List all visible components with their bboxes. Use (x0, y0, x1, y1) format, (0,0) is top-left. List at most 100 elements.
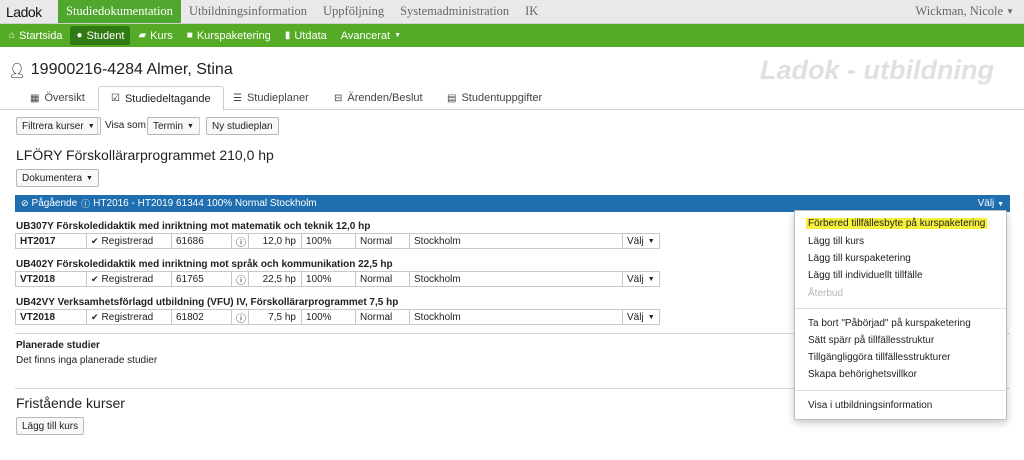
view-as-label: Visa som (105, 120, 146, 131)
menu-utdata[interactable]: ▮ Utdata (279, 26, 333, 45)
chevron-down-icon: ▼ (87, 122, 95, 130)
menu-startsida[interactable]: ⌂ Startsida (3, 26, 68, 45)
tab-label: Översikt (44, 92, 85, 104)
course-row: HT2017 ✔ Registrerad 61686 ⓘ 12,0 hp 100%… (15, 233, 660, 249)
topnav-systemadministration[interactable]: Systemadministration (392, 0, 517, 23)
course-type: Normal (356, 234, 410, 248)
tab-arenden-beslut[interactable]: ⊟ Ärenden/Beslut (334, 86, 423, 110)
menu-item-aterbud: Återbud (808, 288, 844, 299)
tab-label: Studiedeltagande (124, 92, 211, 105)
ladok-logo[interactable]: Ladok (0, 0, 58, 23)
info-icon: ⓘ (81, 199, 91, 209)
menu-item-forbered-tillfallesbyte[interactable]: Förbered tillfällesbyte på kurspaketerin… (806, 218, 988, 229)
course-valj-dropdown[interactable]: Välj ▼ (623, 234, 659, 248)
topnav-studiedokumentation[interactable]: Studiedokumentation (58, 0, 181, 23)
add-course-button[interactable]: Lägg till kurs (16, 417, 85, 435)
menu-item-skapa-behorighetsvillkor[interactable]: Skapa behörighetsvillkor (808, 369, 917, 380)
course-title: UB402Y Förskoledidaktik med inriktning m… (16, 259, 393, 270)
menu-label: Startsida (19, 29, 63, 42)
menu-label: Kurs (150, 29, 173, 42)
topnav-uppfoljning[interactable]: Uppföljning (315, 0, 392, 23)
status-label: Registrerad (101, 235, 154, 247)
toolbar-divider (97, 117, 98, 135)
student-heading: 👤︎ 19900216-4284 Almer, Stina (8, 61, 233, 79)
menu-item-ta-bort-paborjad[interactable]: Ta bort "Påbörjad" på kurspaketering (808, 318, 971, 329)
tab-oversikt[interactable]: ▦ Översikt (30, 86, 85, 110)
menu-item-lagg-till-kurspaketering[interactable]: Lägg till kurspaketering (808, 253, 911, 264)
tab-label: Ärenden/Beslut (347, 92, 423, 104)
list-icon: ☰ (233, 92, 242, 104)
main-menu: ⌂ Startsida ● Student ▰ Kurs ■ Kurspaketerin… (0, 24, 1024, 47)
menu-avancerat[interactable]: Avancerat ▼ (335, 26, 407, 45)
menu-label: Student (86, 29, 125, 42)
course-valj-dropdown[interactable]: Välj ▼ (623, 272, 659, 286)
freestanding-courses-title: Fristående kurser (16, 395, 125, 411)
check-circle-icon: ✔ (91, 273, 99, 284)
chevron-down-icon: ▼ (647, 275, 655, 283)
menu-kurs[interactable]: ▰ Kurs (132, 26, 178, 45)
program-title: LFÖRY Förskollärarprogrammet 210,0 hp (16, 147, 274, 163)
book-icon: ▰ (138, 30, 147, 41)
planned-studies-empty: Det finns inga planerade studier (16, 355, 158, 366)
menu-divider (795, 308, 1006, 309)
inbox-icon: ⊟ (334, 92, 343, 104)
course-code: 61686 (172, 234, 232, 248)
course-place: Stockholm (410, 234, 623, 248)
course-status: ✔ Registrerad (87, 272, 172, 286)
user-menu[interactable]: Wickman, Nicole ▼ (915, 0, 1024, 23)
tab-studentuppgifter[interactable]: ▤ Studentuppgifter (447, 86, 542, 110)
toolbar-divider (199, 117, 200, 135)
button-label: Filtrera kurser (22, 120, 84, 132)
folder-icon: ■ (186, 30, 193, 41)
menu-item-visa-i-utbildningsinformation[interactable]: Visa i utbildningsinformation (808, 400, 932, 411)
menu-item-lagg-till-individuellt-tillfalle[interactable]: Lägg till individuellt tillfälle (808, 270, 923, 281)
tab-studieplaner[interactable]: ☰ Studieplaner (233, 86, 309, 110)
map-icon: ▦ (30, 92, 40, 104)
info-icon[interactable]: ⓘ (232, 310, 249, 325)
menu-kurspaketering[interactable]: ■ Kurspaketering (181, 26, 277, 45)
topnav-utbildningsinformation[interactable]: Utbildningsinformation (181, 0, 315, 23)
new-study-plan-button[interactable]: Ny studieplan (206, 117, 279, 135)
program-period: HT2016 - HT2019 61344 100% Normal Stockh… (93, 198, 317, 209)
user-icon: 👤︎ (8, 61, 26, 78)
menu-divider (795, 390, 1006, 391)
info-icon[interactable]: ⓘ (232, 272, 249, 287)
program-valj-dropdown[interactable]: Välj ▼ (978, 198, 1010, 209)
course-hp: 7,5 hp (249, 310, 302, 324)
dropdown-label: Välj (627, 311, 644, 323)
planned-studies-title: Planerade studier (16, 340, 100, 351)
view-termin-select[interactable]: Termin ▼ (147, 117, 200, 135)
menu-item-tillgangliggora[interactable]: Tillgängliggöra tillfällesstrukturer (808, 352, 950, 363)
document-icon: ▤ (447, 92, 457, 104)
course-status: ✔ Registrerad (87, 234, 172, 248)
topnav-ik[interactable]: IK (517, 0, 546, 23)
course-status: ✔ Registrerad (87, 310, 172, 324)
chevron-down-icon: ▼ (647, 237, 655, 245)
dropdown-label: Välj (977, 198, 995, 209)
course-place: Stockholm (410, 272, 623, 286)
menu-label: Kurspaketering (196, 29, 271, 42)
dropdown-label: Välj (627, 235, 644, 247)
chevron-down-icon: ▼ (647, 313, 655, 321)
status-label: Registrerad (101, 311, 154, 323)
program-actions-dropdown: Förbered tillfällesbyte på kurspaketerin… (794, 210, 1007, 420)
course-title: UB42VY Verksamhetsförlagd utbildning (VF… (16, 297, 399, 308)
file-icon: ▮ (284, 30, 291, 41)
status-label: Registrerad (101, 273, 154, 285)
course-code: 61765 (172, 272, 232, 286)
chevron-down-icon: ▼ (187, 122, 194, 130)
course-valj-dropdown[interactable]: Välj ▼ (623, 310, 659, 324)
menu-item-satt-sparr[interactable]: Sätt spärr på tillfällesstruktur (808, 335, 934, 346)
course-pace: 100% (302, 310, 356, 324)
home-icon: ⌂ (9, 30, 16, 41)
dokumentera-button[interactable]: Dokumentera ▼ (16, 169, 99, 187)
info-icon[interactable]: ⓘ (232, 234, 249, 249)
course-term: VT2018 (16, 310, 87, 324)
button-label: Termin (153, 120, 184, 132)
filter-courses-button[interactable]: Filtrera kurser ▼ (16, 117, 101, 135)
menu-item-lagg-till-kurs[interactable]: Lägg till kurs (808, 236, 864, 247)
course-pace: 100% (302, 272, 356, 286)
menu-student[interactable]: ● Student (70, 26, 131, 45)
tab-label: Studentuppgifter (461, 92, 543, 104)
tab-studiedeltagande[interactable]: ☑ Studiedeltagande (98, 86, 224, 111)
